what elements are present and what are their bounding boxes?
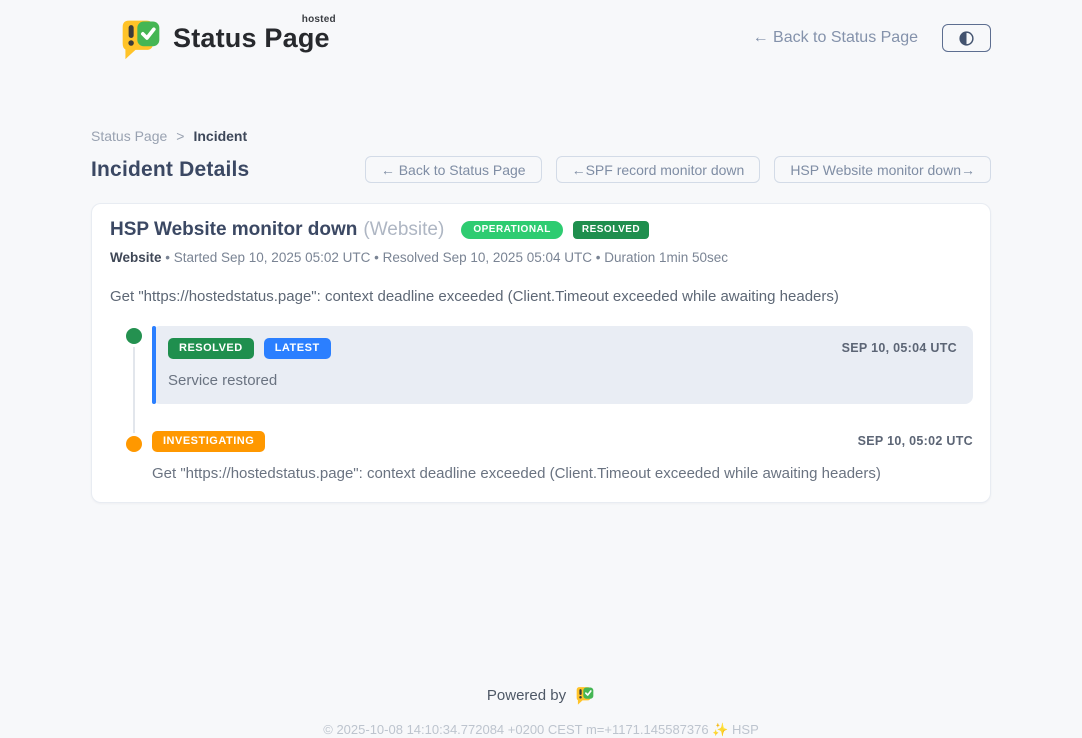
timeline-message: Service restored xyxy=(168,372,957,389)
timeline-dot-investigating xyxy=(126,436,142,452)
status-page-logo-icon xyxy=(119,16,163,60)
next-incident-button[interactable]: HSP Website monitor down→ xyxy=(774,156,991,183)
powered-by-link[interactable]: Powered by xyxy=(487,685,595,705)
timeline-resolved-badge: RESOLVED xyxy=(168,338,254,359)
timeline-investigating-badge: INVESTIGATING xyxy=(152,431,265,452)
timeline-timestamp: SEP 10, 05:02 UTC xyxy=(858,434,973,448)
back-to-status-page-button[interactable]: ← Back to Status Page xyxy=(365,156,542,183)
incident-nav-buttons: ← Back to Status Page ←SPF record monito… xyxy=(365,156,991,183)
incident-meta: Website • Started Sep 10, 2025 05:02 UTC… xyxy=(110,250,973,265)
timeline-connector-line xyxy=(133,337,135,437)
timeline-latest-badge: LATEST xyxy=(264,338,331,359)
incident-timeline: RESOLVED LATEST SEP 10, 05:04 UTC Servic… xyxy=(110,326,973,482)
header-back-to-status-page-link[interactable]: ← Back to Status Page xyxy=(753,29,918,47)
timeline-timestamp: SEP 10, 05:04 UTC xyxy=(842,341,957,355)
incident-meta-details: • Started Sep 10, 2025 05:02 UTC • Resol… xyxy=(162,250,729,265)
timeline-message: Get "https://hostedstatus.page": context… xyxy=(152,465,973,482)
timeline-entry-investigating: INVESTIGATING SEP 10, 05:02 UTC Get "htt… xyxy=(152,431,973,482)
incident-meta-component: Website xyxy=(110,250,162,265)
powered-by-text: Powered by xyxy=(487,687,566,704)
half-circle-contrast-icon xyxy=(958,30,975,47)
breadcrumb-separator: > xyxy=(176,128,184,144)
incident-card: HSP Website monitor down (Website) OPERA… xyxy=(91,203,991,503)
timeline-dot-resolved xyxy=(126,328,142,344)
header: Status Page hosted ← Back to Status Page xyxy=(91,0,991,62)
previous-incident-button[interactable]: ←SPF record monitor down xyxy=(556,156,761,183)
resolved-state-badge: RESOLVED xyxy=(573,221,649,239)
brand-superscript: hosted xyxy=(302,14,336,25)
timeline-entry-resolved: RESOLVED LATEST SEP 10, 05:04 UTC Servic… xyxy=(152,326,973,404)
footer: Powered by © 2025-10-08 14:10:34.772084 … xyxy=(91,685,991,738)
brand-name: Status Page hosted xyxy=(173,23,332,54)
incident-component-label: (Website) xyxy=(363,219,444,241)
incident-description: Get "https://hostedstatus.page": context… xyxy=(110,288,973,305)
theme-toggle-button[interactable] xyxy=(942,24,991,52)
page-title: Incident Details xyxy=(91,158,249,182)
copyright-text: © 2025-10-08 14:10:34.772084 +0200 CEST … xyxy=(91,722,991,738)
status-page-logo-icon-small xyxy=(575,685,595,705)
incident-title: HSP Website monitor down xyxy=(110,219,357,241)
operational-status-badge: OPERATIONAL xyxy=(461,221,563,239)
breadcrumb-status-page[interactable]: Status Page xyxy=(91,128,167,144)
breadcrumb: Status Page > Incident xyxy=(91,128,991,144)
breadcrumb-incident: Incident xyxy=(193,128,247,144)
brand-logo[interactable]: Status Page hosted xyxy=(119,16,332,60)
